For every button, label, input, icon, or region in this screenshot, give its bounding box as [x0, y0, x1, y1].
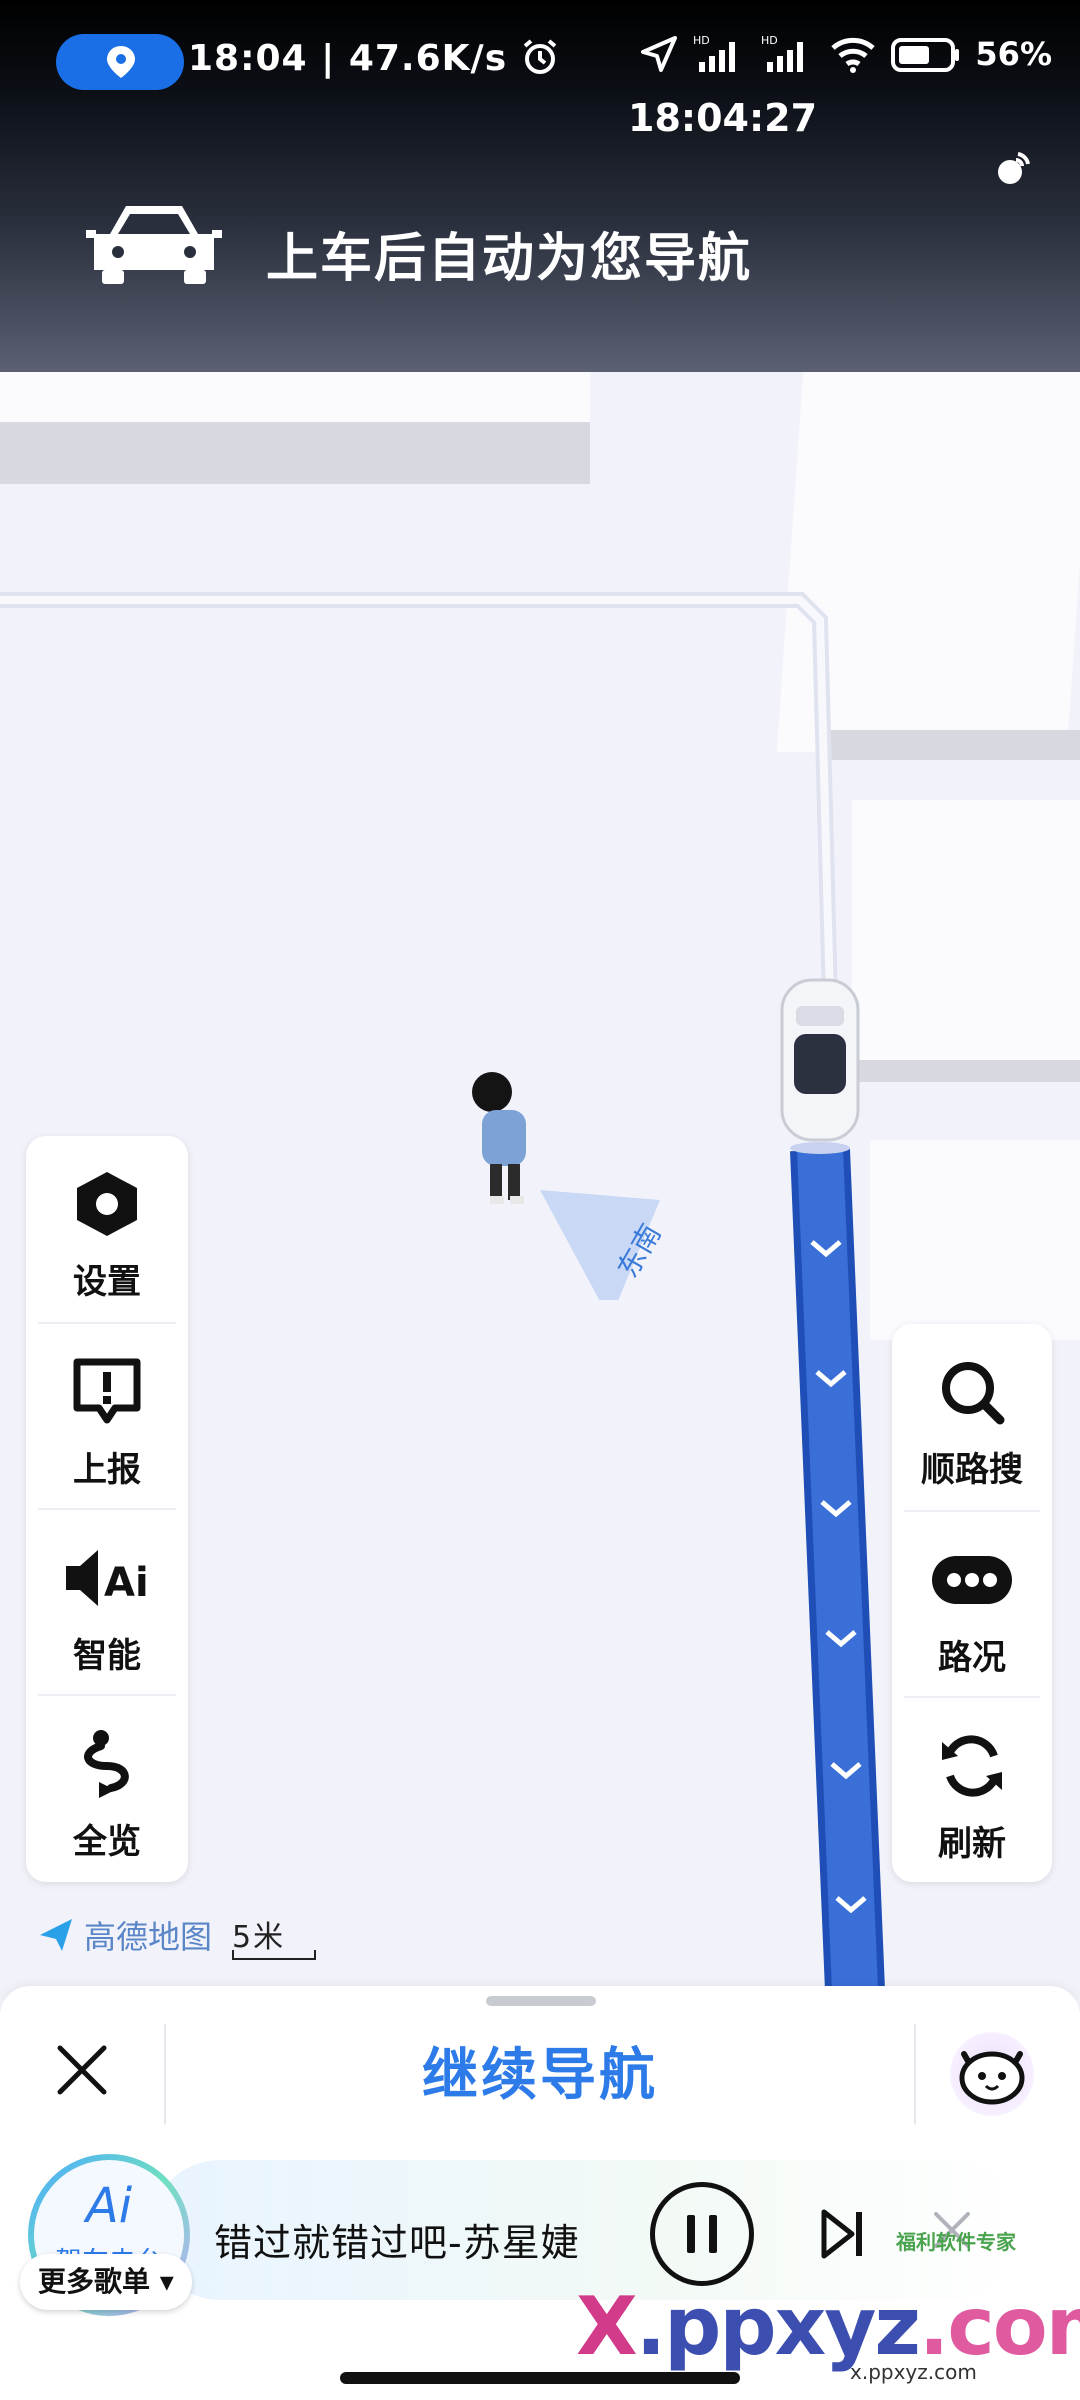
- map-scale-bar: [232, 1950, 316, 1960]
- left-toolbar: 设置 上报 Ai 智能 全览: [26, 1136, 188, 1882]
- status-right: HD HD 56%: [639, 34, 1052, 74]
- settings-button[interactable]: 设置: [26, 1136, 188, 1322]
- clock-overlay: 18:04:27: [628, 96, 818, 140]
- car-marker-icon: [780, 978, 860, 1154]
- ai-voice-button[interactable]: Ai 智能: [26, 1510, 188, 1696]
- report-button[interactable]: 上报: [26, 1324, 188, 1510]
- traffic-icon: [932, 1556, 1012, 1604]
- sheet-handle[interactable]: [486, 1996, 596, 2006]
- status-sep: |: [321, 38, 349, 79]
- signal-icon-2: HD: [761, 34, 804, 72]
- search-along-button[interactable]: 顺路搜: [892, 1324, 1052, 1510]
- car-icon: [86, 206, 222, 284]
- ai-voice-label: 智能: [73, 1636, 141, 1676]
- report-icon: [73, 1358, 141, 1424]
- watermark: X.ppxyz.com: [576, 2280, 1080, 2373]
- map-brand: 高德地图: [36, 1912, 212, 1958]
- pause-icon: [687, 2215, 717, 2253]
- battery-icon: [891, 38, 960, 72]
- report-label: 上报: [73, 1450, 141, 1490]
- ai-voice-icon: Ai: [66, 1550, 149, 1606]
- watermark-url: x.ppxyz.com: [850, 2360, 977, 2384]
- amap-logo-icon: [40, 1919, 72, 1951]
- cat-mascot-icon: [959, 2051, 1025, 2105]
- battery-percent: 56%: [975, 35, 1052, 73]
- caret-down-icon: ▾: [159, 2265, 174, 2298]
- header-title: 上车后自动为您导航: [266, 229, 753, 289]
- settings-hexagon-icon: [77, 1172, 137, 1236]
- alarm-icon: [523, 39, 556, 74]
- traffic-button[interactable]: 路况: [892, 1512, 1052, 1698]
- overview-label: 全览: [73, 1822, 141, 1862]
- svg-text:HD: HD: [761, 34, 778, 47]
- wifi-icon: [831, 37, 876, 73]
- svg-text:HD: HD: [693, 34, 710, 47]
- svg-text:Ai: Ai: [104, 1560, 149, 1606]
- signal-icon: HD: [693, 34, 736, 72]
- location-indicator: [56, 34, 184, 90]
- status-left: 18:04 | 47.6K/s: [188, 38, 559, 79]
- song-title: 错过就错过吧-苏星婕: [214, 2221, 580, 2265]
- divider: [914, 2024, 916, 2124]
- navigation-arrow-icon: [641, 36, 678, 72]
- pause-button[interactable]: [650, 2182, 754, 2286]
- right-toolbar: 顺路搜 路况 刷新: [892, 1324, 1052, 1882]
- search-icon: [942, 1362, 1005, 1425]
- playlist-label: 更多歌单: [38, 2265, 151, 2298]
- assistant-mascot-button[interactable]: [950, 2032, 1034, 2116]
- search-along-label: 顺路搜: [921, 1450, 1023, 1490]
- radio-ai-text: Ai: [85, 2178, 133, 2234]
- overview-route-icon: [84, 1730, 129, 1798]
- refresh-icon: [942, 1735, 1002, 1797]
- more-playlists-button[interactable]: 更多歌单 ▾: [20, 2254, 192, 2310]
- next-track-icon[interactable]: [818, 2208, 868, 2260]
- refresh-button[interactable]: 刷新: [892, 1698, 1052, 1884]
- refresh-label: 刷新: [938, 1824, 1006, 1864]
- settings-label: 设置: [73, 1262, 141, 1302]
- status-time: 18:04: [188, 38, 308, 79]
- brand-text: 高德地图: [84, 1918, 213, 1956]
- location-pin-icon: [107, 46, 135, 78]
- status-bar: 18:04 | 47.6K/s HD HD 56%: [0, 0, 1080, 130]
- traffic-label: 路况: [938, 1638, 1006, 1678]
- watermark-badge: 福利软件专家: [896, 2230, 1016, 2254]
- navigation-header: 18:04 | 47.6K/s HD HD 56% 18:04:27 上车后自动…: [0, 0, 1080, 372]
- status-speed: 47.6K/s: [348, 38, 508, 79]
- satellite-icon[interactable]: [990, 148, 1034, 192]
- continue-navigation-button[interactable]: 继续导航: [0, 2030, 1080, 2111]
- home-indicator[interactable]: [340, 2372, 740, 2384]
- overview-button[interactable]: 全览: [26, 1696, 188, 1882]
- watermark-x: X: [576, 2280, 638, 2373]
